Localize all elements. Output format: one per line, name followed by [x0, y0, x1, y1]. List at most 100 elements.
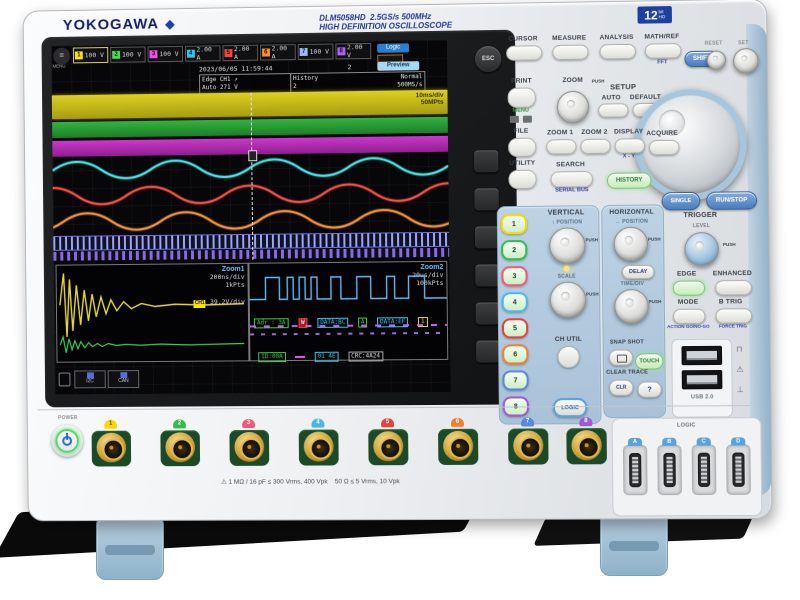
logic-screen-button[interactable]: Logic — [377, 43, 409, 52]
channel-2-button[interactable]: 2 — [501, 240, 527, 260]
print-button[interactable] — [508, 87, 536, 107]
power-button[interactable] — [51, 425, 83, 457]
acquire-label: ACQUIRE — [643, 130, 681, 138]
brand-logo: YOKOGAWA — [63, 15, 159, 33]
snap-shot-button[interactable] — [609, 349, 633, 365]
clear-trace-button[interactable]: CLR — [609, 380, 633, 396]
zoom2-button[interactable] — [580, 139, 610, 154]
channel-6-button[interactable]: 6 — [502, 344, 528, 364]
preview-button[interactable]: Preview — [377, 61, 419, 71]
level-label: LEVEL — [686, 223, 716, 229]
time-div-knob[interactable] — [614, 289, 649, 323]
logic-pod-section: LOGIC A B C D — [612, 417, 763, 516]
time-div-label: TIME/DIV — [610, 281, 654, 287]
edge-label: EDGE — [673, 270, 701, 277]
display-bezel: ≡ MENU 1 100 V 2 100 V 3 100 V 4 2.00 A … — [41, 30, 518, 408]
soft-key-2[interactable] — [474, 188, 498, 210]
soft-key-1[interactable] — [474, 150, 498, 172]
usb-port-1 — [681, 346, 722, 365]
acquire-button[interactable] — [649, 140, 679, 155]
xy-label: X - Y — [619, 153, 639, 159]
trigger-cursor-handle[interactable] — [248, 150, 257, 161]
print-label: PRINT — [506, 77, 536, 84]
trigger-title: TRIGGER — [678, 212, 723, 220]
channel-5-button[interactable]: 5 — [502, 318, 528, 338]
action-gonogo-label: ACTION GO/NO-GO — [667, 324, 710, 329]
zoom2-label: ZOOM 2 — [578, 129, 610, 136]
display-button[interactable] — [615, 138, 645, 153]
file-button[interactable] — [508, 138, 536, 157]
trigger-level-knob[interactable] — [684, 232, 719, 267]
vertical-position-knob[interactable] — [549, 227, 586, 263]
bnc-input-7: 7 — [505, 424, 552, 466]
zoom1-window: Zoom1 200ns/div 1kPts CH1 39.2V/div — [56, 263, 250, 363]
soft-key-5[interactable] — [476, 302, 500, 324]
menu-icon[interactable]: ≡ — [53, 48, 70, 65]
soft-key-4[interactable] — [475, 264, 499, 286]
touch-pointer-icon — [59, 373, 71, 387]
decode-bytes: 01 4E — [315, 352, 339, 362]
fft-label: FFT — [652, 59, 672, 65]
horizontal-title: HORIZONTAL — [603, 208, 660, 216]
channel-box-7[interactable]: 7 100 V — [298, 44, 334, 60]
channel-3-button[interactable]: 3 — [501, 266, 527, 286]
trigger-push-label: PUSH — [723, 242, 736, 247]
channel-box-5[interactable]: 5 2.00 A — [222, 45, 258, 61]
bnc-input-3: 3 — [226, 426, 272, 468]
auto-button[interactable] — [598, 103, 628, 117]
print-menu-label: MENU — [509, 108, 533, 114]
history-button[interactable]: HISTORY — [607, 172, 652, 189]
search-button[interactable] — [551, 171, 593, 188]
auto-label: AUTO — [598, 94, 624, 101]
channel-box-1[interactable]: 1 100 V — [73, 47, 108, 63]
warning-icon-side: ⚠ — [736, 365, 743, 374]
zoom-push-label: PUSH — [592, 78, 605, 83]
time-div-push-label: PUSH — [649, 299, 662, 304]
channel-box-8[interactable]: 8 2.00 V — [335, 43, 371, 60]
delay-button[interactable]: DELAY — [622, 265, 654, 279]
mathref-button[interactable] — [645, 43, 682, 59]
file-label: FILE — [508, 128, 534, 135]
bus2-badge[interactable]: CAN — [108, 370, 140, 388]
power-label: POWER — [53, 415, 82, 421]
oscilloscope-screen[interactable]: ≡ MENU 1 100 V 2 100 V 3 100 V 4 2.00 A … — [51, 40, 450, 395]
horizontal-position-knob[interactable] — [614, 227, 649, 262]
comp-signal-icon: ⊓ — [736, 345, 742, 354]
soft-key-6[interactable] — [476, 340, 500, 362]
vertical-title: VERTICAL — [541, 209, 591, 217]
edge-button[interactable] — [673, 280, 706, 295]
enhanced-button[interactable] — [715, 280, 752, 295]
horizontal-position-label: ↔ POSITION — [607, 219, 656, 226]
reset-knob[interactable] — [707, 50, 726, 69]
soft-key-3[interactable] — [475, 226, 499, 248]
mode-button[interactable] — [673, 309, 706, 324]
analysis-button[interactable] — [600, 44, 636, 60]
decode-crc: CRC:4A24 — [348, 351, 383, 361]
channel-box-4[interactable]: 4 2.00 A — [185, 45, 221, 61]
touch-button[interactable]: TOUCH — [635, 353, 663, 369]
channel-box-6[interactable]: 6 2.00 A — [260, 44, 296, 60]
zoom1-button[interactable] — [546, 139, 576, 154]
channel-box-3[interactable]: 3 100 V — [147, 46, 183, 62]
datetime: 2023/06/05 11:59:44 — [199, 64, 273, 73]
single-button[interactable]: SINGLE — [662, 192, 701, 211]
utility-button[interactable] — [508, 170, 536, 189]
run-stop-button[interactable]: RUN/STOP — [706, 191, 757, 210]
channel-4-button[interactable]: 4 — [502, 292, 528, 312]
esc-button[interactable]: ESC — [475, 46, 501, 72]
channel-1-button[interactable]: 1 — [501, 214, 527, 234]
vertical-scale-knob[interactable] — [550, 282, 587, 318]
logic-port-c: C — [692, 445, 717, 495]
measure-button[interactable] — [552, 45, 588, 61]
zoom-knob[interactable] — [557, 91, 590, 124]
channel-7-button[interactable]: 7 — [502, 370, 528, 390]
bus1-badge[interactable]: I2C — [74, 370, 106, 388]
ch-util-button[interactable] — [557, 346, 579, 368]
analysis-label: ANALYSIS — [594, 34, 638, 42]
horizontal-push-label: PUSH — [648, 237, 661, 242]
cursor-button[interactable] — [506, 45, 542, 61]
help-button[interactable]: ? — [637, 381, 661, 397]
b-trig-button[interactable] — [715, 308, 752, 323]
oscilloscope-front-panel: YOKOGAWA ◆ DLM5058HD 2.5GS/s 500MHz HIGH… — [23, 0, 773, 521]
channel-box-2[interactable]: 2 100 V — [110, 46, 146, 62]
